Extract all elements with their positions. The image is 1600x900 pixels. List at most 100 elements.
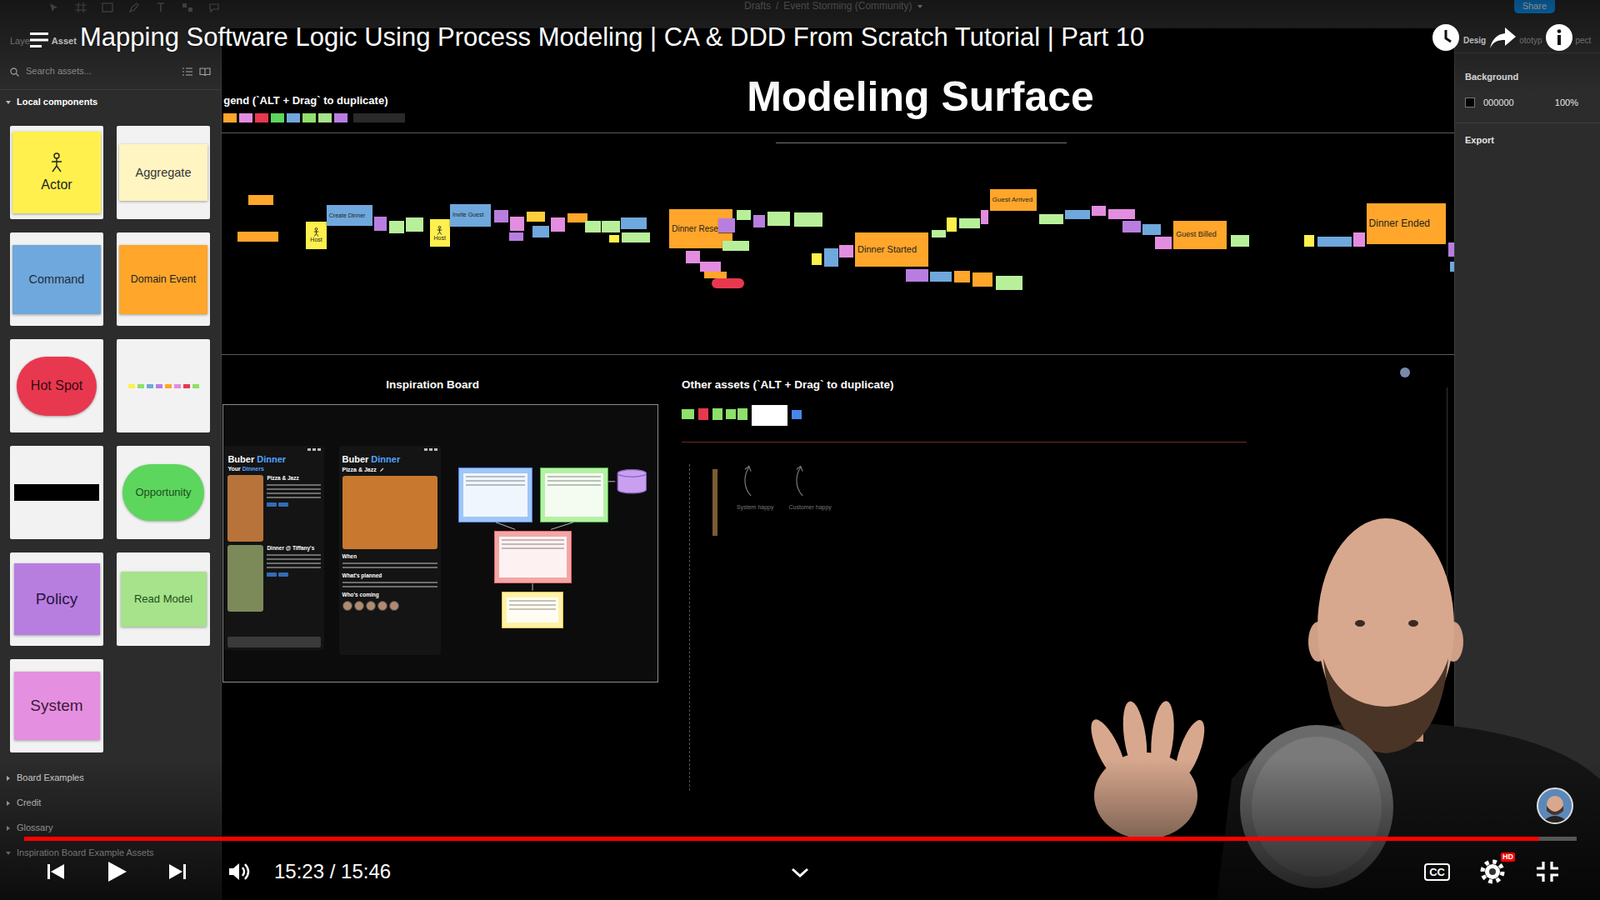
event-note[interactable]: Dinner Ended [1366,203,1447,245]
component-tile[interactable]: Opportunity [116,445,210,540]
sticky-note[interactable] [1039,214,1064,225]
hotspot-note[interactable] [711,278,745,289]
legend-chip[interactable] [318,113,332,123]
sticky-note[interactable] [1353,232,1366,247]
settings-button[interactable]: HD [1478,857,1507,886]
settings-icon[interactable] [1478,863,1507,878]
sticky-note[interactable] [1122,220,1141,234]
asset-chip[interactable] [712,408,723,421]
actor-note[interactable]: Host [430,219,451,247]
legend-chip[interactable] [255,113,269,123]
play-icon[interactable] [105,860,128,884]
sticky-note[interactable] [685,250,700,264]
legend-chip[interactable] [302,113,316,123]
sticky-note[interactable] [995,275,1023,290]
command-note[interactable]: Invite Guest [450,204,491,227]
watch-later-icon[interactable] [1431,23,1460,52]
layer-box[interactable] [494,530,572,585]
chevron-down-icon[interactable] [790,861,810,882]
sticky-note[interactable] [1065,210,1090,220]
legend-chip[interactable] [239,113,253,123]
info-icon[interactable] [1545,23,1574,52]
layer-box[interactable] [458,467,533,523]
sticky-note[interactable] [509,232,524,241]
sticky-note[interactable] [959,218,980,229]
captions-button[interactable]: CC [1424,863,1450,881]
component-tile[interactable] [116,339,210,433]
asset-chip[interactable] [791,410,802,420]
color-swatch[interactable] [1465,97,1475,108]
sticky-note[interactable] [718,218,735,233]
sticky-note[interactable] [954,270,971,284]
legend-chip[interactable] [334,113,348,123]
volume-icon[interactable] [227,860,251,883]
sticky-note[interactable] [237,231,279,242]
sticky-note[interactable] [1155,236,1172,250]
asset-chip[interactable] [681,409,695,420]
sticky-note[interactable] [811,253,822,266]
sticky-note[interactable] [905,269,929,282]
dinner-card[interactable]: Dinner @ Tiffany's [227,545,321,612]
database-icon[interactable] [616,469,648,494]
event-note[interactable]: Guest Billed [1173,220,1227,250]
sticky-note[interactable] [972,272,994,287]
create-dinner-button[interactable] [227,636,321,648]
legend-chip[interactable] [270,113,285,123]
hex-value[interactable]: 000000 [1483,95,1515,110]
caret-icon[interactable] [5,95,12,110]
sticky-note[interactable] [1450,261,1455,272]
sticky-note[interactable] [736,210,751,220]
sticky-note[interactable] [722,240,750,251]
sticky-note[interactable] [374,216,387,231]
sticky-note[interactable] [1448,242,1455,257]
asset-chip[interactable] [737,408,748,421]
legend-chip[interactable] [286,113,300,123]
layer-box[interactable] [501,591,564,629]
opacity-value[interactable]: 100% [1555,95,1579,110]
edit-icon[interactable] [379,465,385,474]
sticky-note[interactable] [1108,209,1135,220]
share-icon[interactable] [1488,23,1517,52]
video-title[interactable]: Mapping Software Logic Using Process Mod… [80,21,1145,54]
sticky-note[interactable] [494,210,509,223]
sticky-note[interactable] [794,212,823,227]
sticky-note[interactable] [931,230,946,239]
sticky-note[interactable] [767,211,790,226]
sticky-note[interactable] [621,232,650,243]
component-tile[interactable] [10,445,104,540]
sticky-note[interactable] [510,216,525,231]
sticky-note[interactable] [1304,235,1315,248]
channel-watermark[interactable] [1536,787,1574,825]
sticky-note[interactable] [389,220,405,235]
sticky-note[interactable] [824,248,839,267]
component-tile[interactable]: Actor [10,125,104,220]
legend-chip[interactable] [223,113,237,123]
component-tile[interactable]: Aggregate [116,125,210,220]
event-note[interactable]: Guest Arrived [990,189,1037,212]
sticky-note[interactable] [601,220,620,234]
sticky-note[interactable] [930,271,953,282]
asset-chip[interactable] [725,409,736,420]
sticky-note[interactable] [1230,235,1250,248]
sticky-note[interactable] [1142,224,1161,235]
asset-chip[interactable] [751,405,788,426]
background-fill[interactable]: 000000 100% [1465,95,1590,110]
command-note[interactable]: Create Dinner [326,205,373,226]
collaborator-avatar[interactable] [1400,367,1410,378]
sticky-note[interactable] [1091,205,1106,216]
dinner-card[interactable]: Pizza & Jazz [227,475,321,542]
sticky-note[interactable] [839,245,854,258]
component-tile[interactable]: Command [10,232,104,326]
happy-path-arrow-icon[interactable] [792,464,807,497]
component-tile[interactable]: Read Model [116,552,210,646]
asset-chip[interactable] [698,408,709,421]
component-tile[interactable]: Policy [10,552,104,646]
sticky-note[interactable] [980,210,990,225]
progress-bar[interactable] [24,836,1577,841]
section-header[interactable]: Local components [0,90,221,114]
sticky-note[interactable] [248,195,275,205]
sticky-note[interactable] [700,261,721,272]
sticky-note[interactable] [532,225,550,239]
sticky-note[interactable] [1317,236,1353,247]
sticky-note[interactable] [946,217,957,232]
